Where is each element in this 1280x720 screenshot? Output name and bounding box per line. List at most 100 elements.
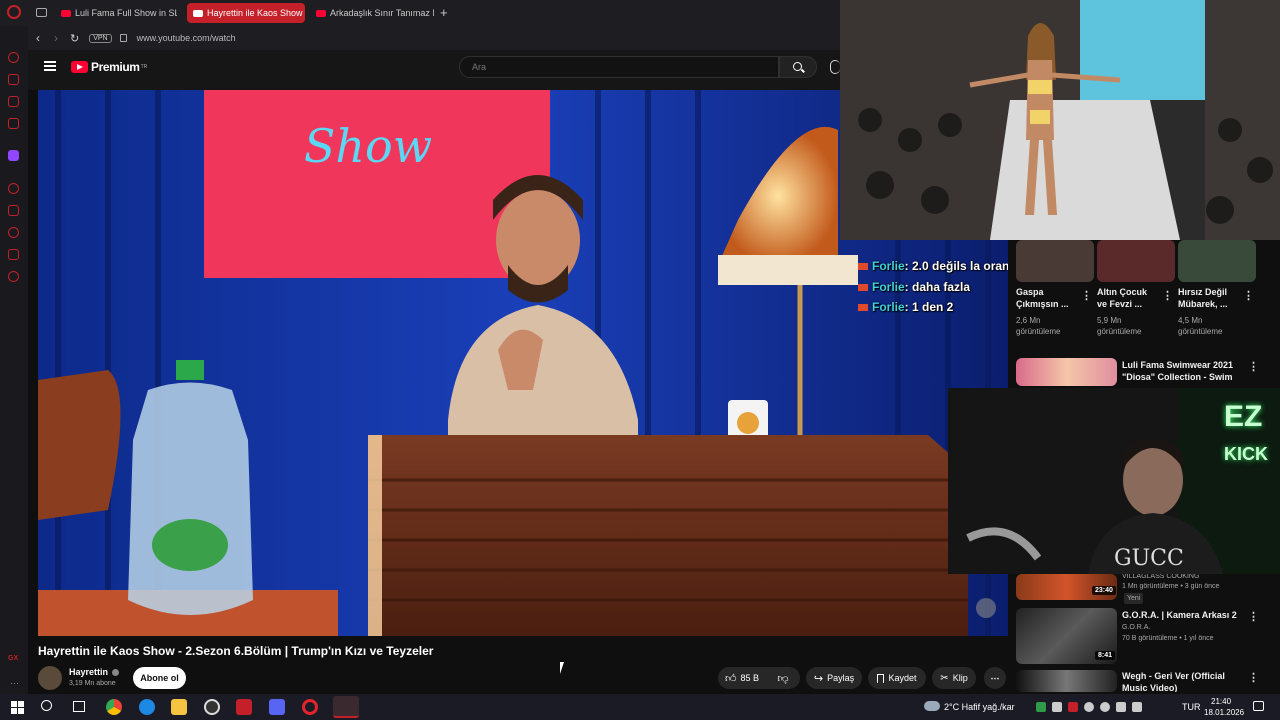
subscriber-count: 3,19 Mn abone <box>69 680 116 687</box>
messenger-icon[interactable] <box>8 96 19 107</box>
tab-label: Arkadaşlık Sınır Tanımaz M <box>330 8 434 18</box>
url-field[interactable]: www.youtube.com/watch <box>137 33 236 43</box>
opera-icon[interactable] <box>302 699 318 715</box>
tray-icon[interactable] <box>1084 702 1094 712</box>
tray-icon[interactable] <box>1052 702 1062 712</box>
history-icon[interactable] <box>8 227 19 238</box>
tab-luli-fama[interactable]: Luli Fama Full Show in SLO <box>55 3 177 23</box>
twitch-icon[interactable] <box>8 150 19 161</box>
file-explorer-icon[interactable] <box>171 699 187 715</box>
more-options-icon[interactable]: ⋮ <box>1248 671 1259 684</box>
channel-avatar[interactable] <box>38 666 62 690</box>
tray-icon[interactable] <box>1036 702 1046 712</box>
more-options-icon[interactable]: ⋮ <box>1081 289 1092 302</box>
edge-icon[interactable] <box>139 699 155 715</box>
tab-overview-icon[interactable] <box>36 8 47 17</box>
new-tab-button[interactable]: + <box>440 5 448 20</box>
chat-message: Forlie: 1 den 2 <box>858 300 953 314</box>
forward-icon[interactable]: › <box>54 31 58 45</box>
notification-icon[interactable] <box>1253 701 1264 711</box>
clock-date[interactable]: 18.01.2026 <box>1204 708 1244 717</box>
tray-icon[interactable] <box>1100 702 1110 712</box>
youtube-logo[interactable]: Premium TR <box>71 60 147 74</box>
obs-icon[interactable] <box>204 699 220 715</box>
tab-kaos-show[interactable]: Hayrettin ile Kaos Show <box>187 3 305 23</box>
more-options-icon[interactable]: ⋮ <box>1162 289 1173 302</box>
player-icon[interactable] <box>8 183 19 194</box>
video-thumbnail[interactable] <box>1016 670 1117 692</box>
discord-icon[interactable] <box>269 699 285 715</box>
channel-name[interactable]: Hayrettin <box>69 667 108 677</box>
menu-icon[interactable] <box>44 61 56 71</box>
video-title[interactable]: Wegh - Geri Ver (Official Music Video) <box>1122 670 1246 692</box>
windows-start-icon[interactable] <box>11 701 24 714</box>
downloads-icon[interactable] <box>8 249 19 260</box>
tray-icon[interactable] <box>1132 702 1142 712</box>
bookmarks-icon[interactable] <box>8 205 19 216</box>
more-options-icon[interactable]: ⋮ <box>1248 360 1259 373</box>
video-thumbnail[interactable] <box>1016 358 1117 386</box>
news-icon[interactable] <box>8 118 19 129</box>
address-bar: ‹ › ↻ VPN www.youtube.com/watch <box>28 26 840 50</box>
runway-overlay <box>840 0 1280 240</box>
shorts-title[interactable]: Altın Çocuk ve Fevzi ... <box>1097 286 1159 310</box>
shorts-views-label: görüntüleme <box>1097 327 1142 336</box>
dislike-button[interactable]: 👎︎ <box>766 667 800 689</box>
back-icon[interactable]: ‹ <box>36 31 40 45</box>
opera-logo-icon[interactable] <box>7 5 21 19</box>
search-input[interactable]: Ara <box>459 56 779 78</box>
shorts-title[interactable]: Gaspa Çıkmışsın ... <box>1016 286 1076 310</box>
browser-sidebar: GX ⋯ <box>0 26 28 694</box>
subscribe-button[interactable]: Abone ol <box>133 667 186 689</box>
shorts-title[interactable]: Hırsız Değil Mübarek, ... <box>1178 286 1240 310</box>
more-options-icon[interactable]: ⋮ <box>1243 289 1254 302</box>
opera-gx-icon[interactable] <box>333 696 359 718</box>
youtube-icon <box>193 9 203 17</box>
more-options-icon[interactable]: ⋮ <box>1248 610 1259 623</box>
voice-search-icon[interactable] <box>830 60 840 74</box>
app-icon[interactable] <box>236 699 252 715</box>
weather-text[interactable]: 2°C Hafif yağ./kar <box>944 702 1015 712</box>
save-label: Kaydet <box>888 673 917 683</box>
clock-time[interactable]: 21:40 <box>1211 697 1231 706</box>
vpn-badge[interactable]: VPN <box>89 33 112 43</box>
chat-text: : daha fazla <box>904 280 971 294</box>
share-button[interactable]: ↪ Paylaş <box>806 667 862 689</box>
clip-button[interactable]: ✂ Klip <box>932 667 976 689</box>
search-icon[interactable] <box>41 700 52 711</box>
settings-icon[interactable] <box>8 271 19 282</box>
chat-badge-icon <box>858 263 868 271</box>
mouse-cursor-icon <box>560 662 568 674</box>
video-meta: 70 B görüntüleme • 1 yıl önce <box>1122 635 1214 642</box>
shorts-thumbnail[interactable] <box>1097 240 1175 282</box>
chrome-icon[interactable] <box>106 699 122 715</box>
tray-icon[interactable] <box>1068 702 1078 712</box>
share-label: Paylaş <box>827 673 855 683</box>
like-button[interactable]: 👍︎ 85 B <box>718 667 766 689</box>
system-tray-icons[interactable] <box>1036 702 1148 712</box>
shorts-thumbnail[interactable] <box>1016 240 1094 282</box>
reload-icon[interactable]: ↻ <box>70 32 79 45</box>
duration-badge: 8:41 <box>1095 651 1116 660</box>
language-indicator[interactable]: TUR <box>1182 702 1201 712</box>
more-icon[interactable]: ⋯ <box>10 678 19 689</box>
more-actions-button[interactable]: ⋯ <box>984 667 1006 689</box>
shirt-text: GUCC <box>1114 546 1184 571</box>
tray-icon[interactable] <box>1116 702 1126 712</box>
tab-label: Luli Fama Full Show in SLO <box>75 8 177 18</box>
save-button[interactable]: Kaydet <box>868 667 926 689</box>
search-button[interactable] <box>779 56 817 78</box>
webcam-overlay: EZ KICK GUCC <box>948 388 1280 574</box>
speed-dial-icon[interactable] <box>8 52 19 63</box>
logo-text: Premium <box>91 60 140 74</box>
video-title[interactable]: Luli Fama Swimwear 2021 "Diosa" Collecti… <box>1122 359 1246 383</box>
gx-label[interactable]: GX <box>8 655 18 662</box>
video-title[interactable]: G.O.R.A. | Kamera Arkası 2 <box>1122 609 1246 621</box>
duration-badge: 23:40 <box>1092 586 1116 595</box>
vpn-icon[interactable] <box>8 74 19 85</box>
shorts-thumbnail[interactable] <box>1178 240 1256 282</box>
task-view-icon[interactable] <box>73 701 85 712</box>
channel-name[interactable]: G.O.R.A. <box>1122 622 1150 633</box>
like-count: 85 B <box>740 673 759 683</box>
tab-arkadaslik[interactable]: Arkadaşlık Sınır Tanımaz M <box>310 3 434 23</box>
